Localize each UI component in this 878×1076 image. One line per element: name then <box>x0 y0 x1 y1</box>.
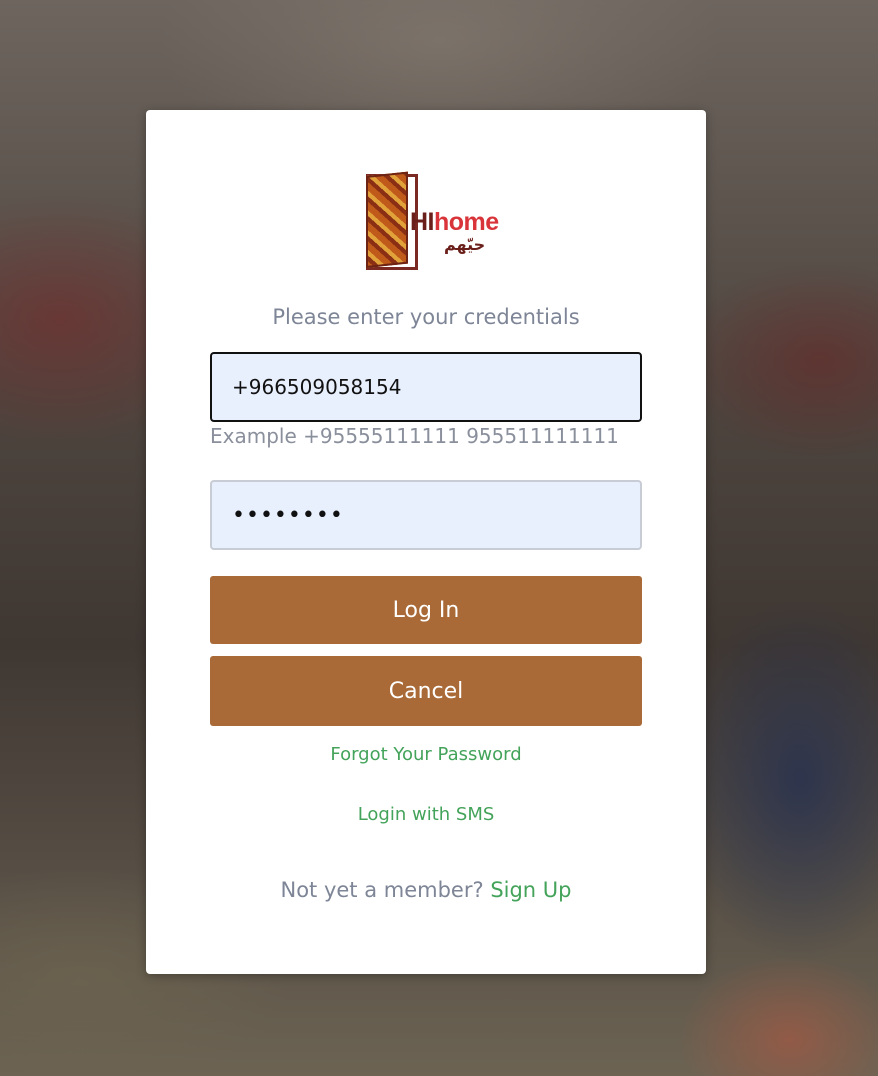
sign-up-link[interactable]: Sign Up <box>490 878 571 902</box>
hihome-logo: HIhome حيّهم <box>366 171 499 272</box>
phone-format-hint: Example +95555111111 955511111111 <box>210 424 619 448</box>
logo-hi-text: HI <box>410 208 435 236</box>
phone-input[interactable] <box>210 352 642 422</box>
cancel-button[interactable]: Cancel <box>210 656 642 726</box>
logo-home-text: home <box>434 208 499 236</box>
forgot-password-row: Forgot Your Password <box>146 744 706 765</box>
logo-arabic-text: حيّهم <box>444 235 486 254</box>
sms-login-row: Login with SMS <box>146 804 706 825</box>
logo-door-icon <box>366 171 408 268</box>
credentials-prompt: Please enter your credentials <box>272 305 580 329</box>
login-with-sms-link[interactable]: Login with SMS <box>358 804 495 825</box>
password-input[interactable] <box>210 480 642 550</box>
login-card: HIhome حيّهم Please enter your credentia… <box>146 110 706 974</box>
forgot-password-link[interactable]: Forgot Your Password <box>330 744 521 765</box>
signup-prompt: Not yet a member? <box>280 878 484 902</box>
login-button[interactable]: Log In <box>210 576 642 644</box>
logo-wordmark: HIhome <box>410 210 499 235</box>
signup-row: Not yet a member? Sign Up <box>146 878 706 902</box>
